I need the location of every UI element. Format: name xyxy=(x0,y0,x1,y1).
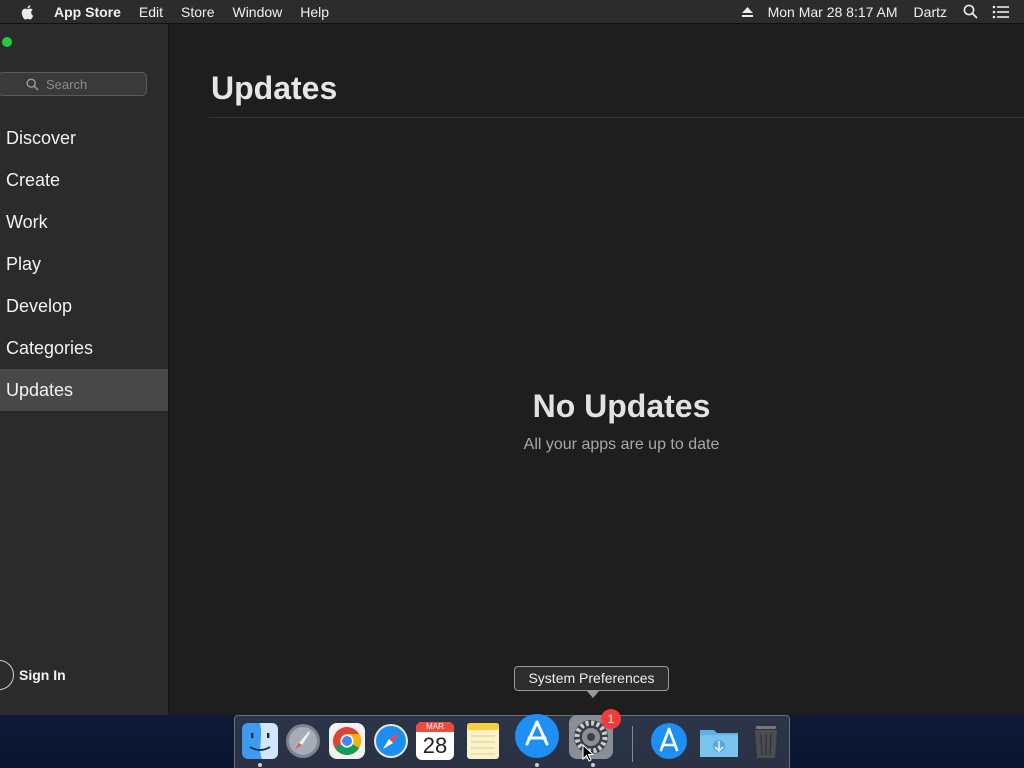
sidebar-item-categories[interactable]: Categories xyxy=(0,327,168,369)
finder-running-indicator xyxy=(258,763,262,767)
menu-window[interactable]: Window xyxy=(232,4,282,20)
safari-icon[interactable] xyxy=(372,722,410,760)
dock-tooltip: System Preferences xyxy=(514,666,669,691)
finder-icon[interactable] xyxy=(241,722,279,760)
notification-center-icon[interactable] xyxy=(992,5,1010,19)
sign-in-label: Sign In xyxy=(19,667,66,683)
app-store-download-icon[interactable] xyxy=(650,722,688,760)
notification-badge: 1 xyxy=(601,709,621,729)
sidebar-item-updates[interactable]: Updates xyxy=(0,369,168,411)
dock-separator xyxy=(632,726,633,762)
menu-bar: App Store Edit Store Window Help Mon Mar… xyxy=(0,0,1024,24)
sidebar-item-play[interactable]: Play xyxy=(0,243,168,285)
sidebar-item-work[interactable]: Work xyxy=(0,201,168,243)
app-store-running-indicator xyxy=(535,763,539,767)
app-name-menu[interactable]: App Store xyxy=(54,4,121,20)
eject-icon[interactable] xyxy=(741,6,754,18)
sidebar-nav: Discover Create Work Play Develop Catego… xyxy=(0,117,168,411)
system-preferences-running-indicator xyxy=(591,763,595,767)
sidebar-item-create[interactable]: Create xyxy=(0,159,168,201)
dock: MAR 28 1 xyxy=(234,709,790,768)
launchpad-icon[interactable] xyxy=(284,722,322,760)
avatar xyxy=(0,660,14,690)
spotlight-search-icon[interactable] xyxy=(963,4,978,19)
menu-user[interactable]: Dartz xyxy=(914,4,947,20)
menu-clock[interactable]: Mon Mar 28 8:17 AM xyxy=(768,4,898,20)
search-input[interactable] xyxy=(44,75,138,93)
calendar-icon[interactable]: MAR 28 xyxy=(416,722,454,760)
empty-state-title: No Updates xyxy=(532,388,711,424)
search-icon xyxy=(26,77,39,91)
sidebar: Discover Create Work Play Develop Catego… xyxy=(0,24,169,715)
sidebar-item-develop[interactable]: Develop xyxy=(0,285,168,327)
mouse-cursor-icon xyxy=(582,744,594,762)
app-store-icon[interactable] xyxy=(514,713,560,759)
main-content: Updates No Updates All your apps are up … xyxy=(169,24,1024,715)
chrome-icon[interactable] xyxy=(328,722,366,760)
window-zoom-button[interactable] xyxy=(2,37,12,47)
tooltip-arrow xyxy=(586,690,600,698)
menu-store[interactable]: Store xyxy=(181,4,214,20)
downloads-folder-icon[interactable] xyxy=(698,722,740,760)
empty-state-subtitle: All your apps are up to date xyxy=(523,436,720,453)
page-title: Updates xyxy=(211,70,338,106)
menu-edit[interactable]: Edit xyxy=(139,4,163,20)
trash-icon[interactable] xyxy=(747,722,785,760)
calendar-day: 28 xyxy=(422,733,448,758)
sidebar-item-discover[interactable]: Discover xyxy=(0,117,168,159)
menu-help[interactable]: Help xyxy=(300,4,329,20)
apple-menu-icon[interactable] xyxy=(20,4,36,20)
notes-icon[interactable] xyxy=(464,722,502,760)
title-divider xyxy=(209,117,1024,118)
search-field[interactable] xyxy=(0,72,147,96)
calendar-month: MAR xyxy=(416,722,454,732)
